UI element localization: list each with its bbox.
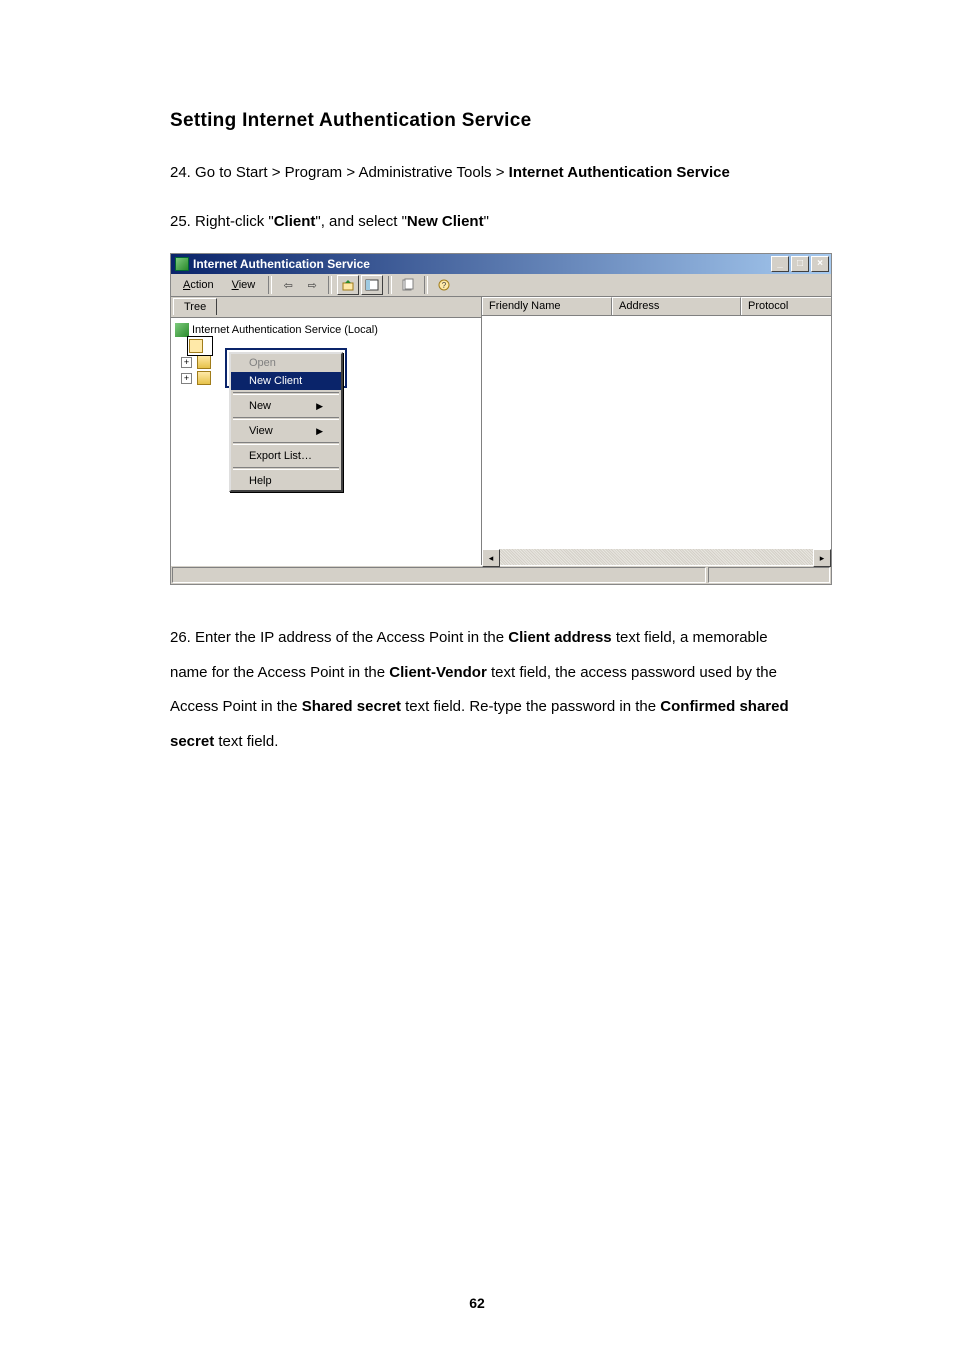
step-24-text-prefix: Go to Start > Program > Administrative T… — [195, 164, 509, 181]
step-25: 25. Right-click "Client", and select "Ne… — [170, 205, 799, 240]
show-hide-tree-icon[interactable] — [361, 275, 383, 295]
page-number: 62 — [0, 1295, 954, 1311]
policy-icon — [197, 371, 211, 385]
step-26-b1: Client address — [508, 629, 611, 646]
status-cell-1 — [172, 567, 706, 583]
svg-text:?: ? — [442, 281, 447, 290]
close-button[interactable]: × — [811, 256, 829, 272]
expander-icon[interactable]: + — [181, 357, 192, 368]
statusbar — [171, 565, 831, 584]
step-25-b1: Client — [274, 213, 316, 230]
scroll-left-icon[interactable]: ◂ — [482, 549, 500, 567]
list-header: Friendly Name Address Protocol — [482, 297, 831, 316]
step-24-bold: Internet Authentication Service — [509, 164, 730, 181]
maximize-button[interactable]: □ — [791, 256, 809, 272]
section-heading: Setting Internet Authentication Service — [170, 110, 799, 132]
folder-icon — [197, 355, 211, 369]
step-24: 24. Go to Start > Program > Administrati… — [170, 156, 799, 191]
ctx-separator — [233, 392, 339, 395]
ias-window: Internet Authentication Service _ □ × Ac… — [170, 253, 832, 585]
step-25-p1: Right-click " — [195, 213, 274, 230]
tree-tab-bar: Tree — [171, 297, 481, 318]
window-title: Internet Authentication Service — [193, 257, 771, 271]
list-body[interactable]: ◂ ▸ — [482, 316, 831, 565]
up-folder-icon[interactable] — [337, 275, 359, 295]
step-26-b2: Client-Vendor — [389, 664, 487, 681]
step-26-t1: Enter the IP address of the Access Point… — [195, 629, 508, 646]
back-icon[interactable]: ⇦ — [277, 275, 299, 295]
col-address[interactable]: Address — [612, 297, 741, 315]
menu-view[interactable]: View — [224, 277, 264, 293]
step-24-number: 24. — [170, 164, 191, 181]
ctx-export-list[interactable]: Export List… — [231, 447, 341, 465]
col-friendly-name[interactable]: Friendly Name — [482, 297, 612, 315]
ctx-open[interactable]: Open — [231, 354, 341, 372]
toolbar-divider — [268, 276, 272, 294]
tree-tab[interactable]: Tree — [173, 298, 217, 315]
horizontal-scrollbar[interactable]: ◂ ▸ — [482, 549, 831, 565]
ctx-view[interactable]: View▶ — [231, 422, 341, 440]
step-26-b3: Shared secret — [302, 698, 401, 715]
context-menu: Open New Client New▶ View▶ Export List… … — [229, 352, 343, 492]
forward-icon[interactable]: ⇨ — [301, 275, 323, 295]
properties-icon[interactable] — [397, 275, 419, 295]
step-25-number: 25. — [170, 213, 191, 230]
step-25-p2: ", and select " — [315, 213, 407, 230]
tree-view[interactable]: Internet Authentication Service (Local) … — [171, 318, 481, 565]
ctx-new-client[interactable]: New Client — [231, 372, 341, 390]
ias-root-icon — [175, 323, 189, 337]
minimize-button[interactable]: _ — [771, 256, 789, 272]
step-25-p3: " — [484, 213, 489, 230]
toolbar-divider-3 — [388, 276, 392, 294]
step-25-b2: New Client — [407, 213, 484, 230]
tree-pane: Tree Internet Authentication Service (Lo… — [171, 297, 482, 565]
step-26-number: 26. — [170, 629, 191, 646]
ctx-separator — [233, 442, 339, 445]
app-icon — [175, 257, 189, 271]
tree-root[interactable]: Internet Authentication Service (Local) — [175, 322, 481, 338]
expander-icon[interactable]: + — [181, 373, 192, 384]
step-26-t5: text field. — [214, 733, 278, 750]
menu-action[interactable]: Action — [175, 277, 222, 293]
selection-highlight — [187, 336, 213, 356]
ctx-new[interactable]: New▶ — [231, 397, 341, 415]
scroll-right-icon[interactable]: ▸ — [813, 549, 831, 567]
submenu-arrow-icon: ▶ — [316, 426, 323, 437]
toolbar-divider-2 — [328, 276, 332, 294]
submenu-arrow-icon: ▶ — [316, 401, 323, 412]
toolbar-divider-4 — [424, 276, 428, 294]
ctx-separator — [233, 467, 339, 470]
ctx-help[interactable]: Help — [231, 472, 341, 490]
status-cell-2 — [708, 567, 830, 583]
step-26-t4: text field. Re-type the password in the — [401, 698, 660, 715]
tree-root-label: Internet Authentication Service (Local) — [192, 324, 378, 336]
col-protocol[interactable]: Protocol — [741, 297, 831, 315]
list-pane: Friendly Name Address Protocol ◂ ▸ — [482, 297, 831, 565]
titlebar[interactable]: Internet Authentication Service _ □ × — [171, 254, 831, 274]
ctx-separator — [233, 417, 339, 420]
menubar: Action View ⇦ ⇨ ? — [171, 274, 831, 297]
step-26: 26. Enter the IP address of the Access P… — [170, 621, 799, 759]
help-icon[interactable]: ? — [433, 275, 455, 295]
